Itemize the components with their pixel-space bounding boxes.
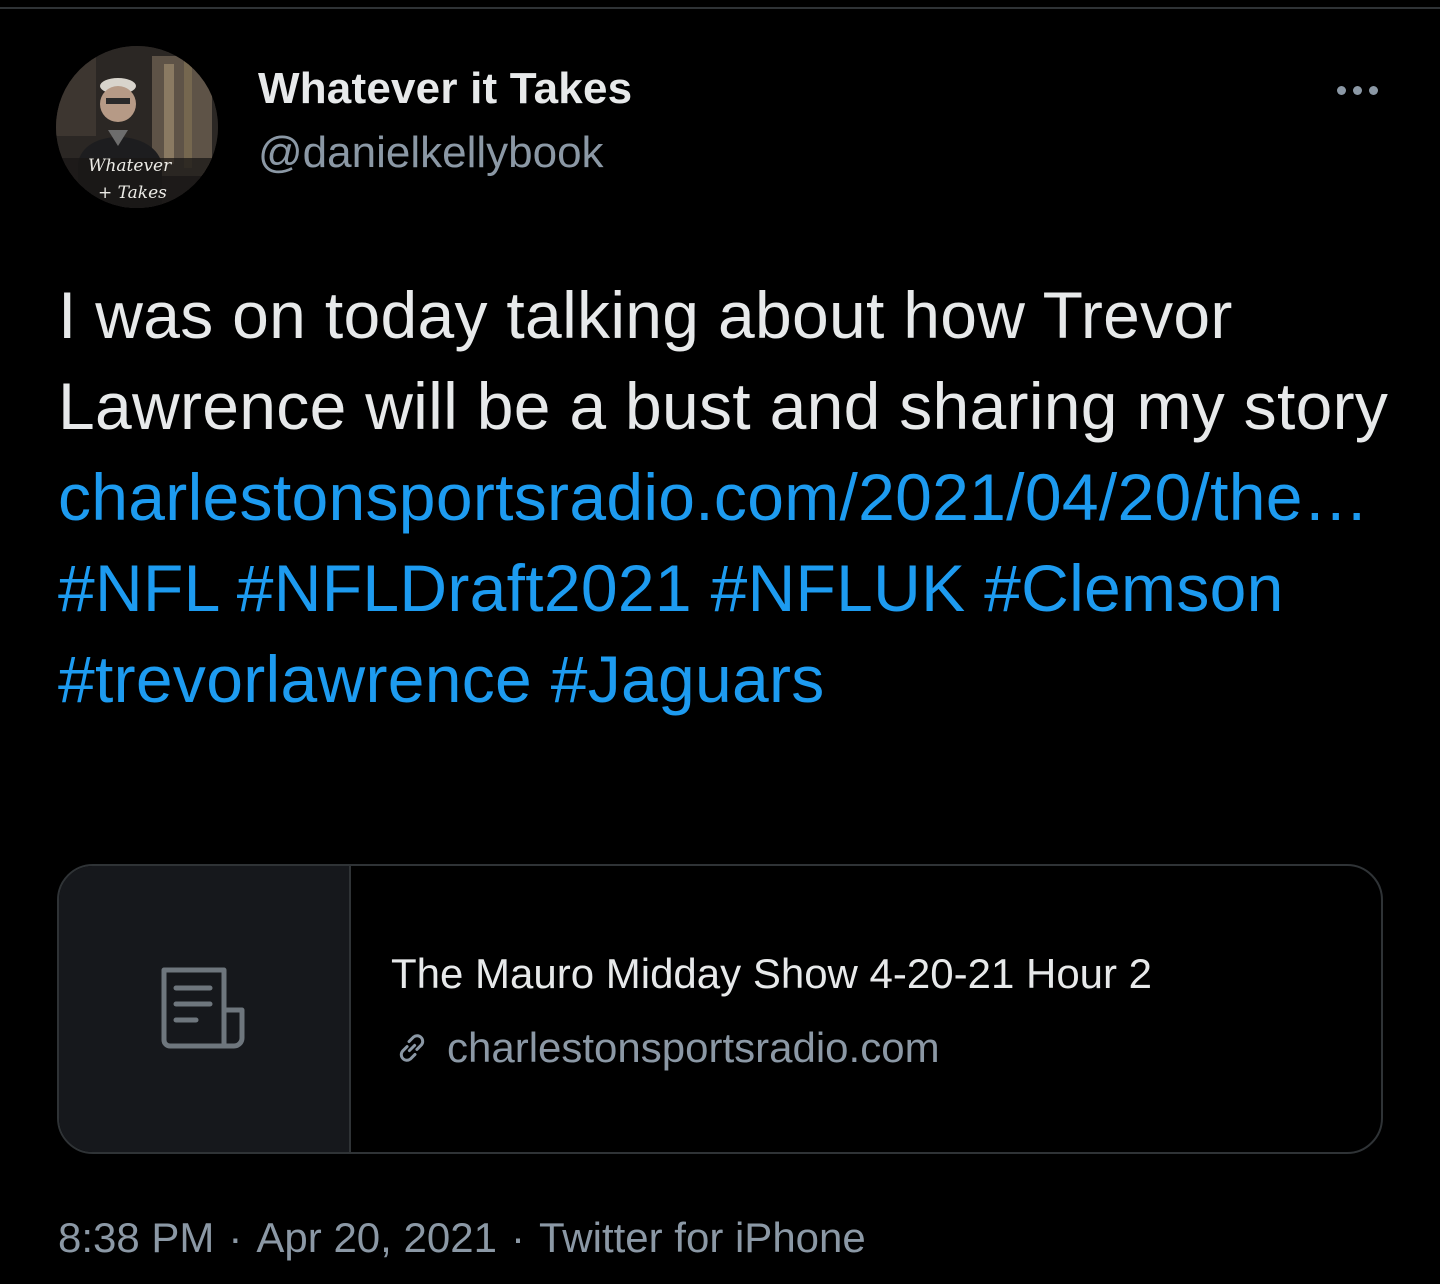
avatar-image: Whatever + Takes	[56, 46, 218, 208]
hashtag-nfl[interactable]: #NFL	[58, 551, 218, 625]
hashtag-clemson[interactable]: #Clemson	[984, 551, 1284, 625]
article-icon	[161, 967, 245, 1049]
card-domain-row: charlestonsportsradio.com	[391, 1024, 940, 1072]
hashtag-nfldraft2021[interactable]: #NFLDraft2021	[237, 551, 692, 625]
handle[interactable]: @danielkellybook	[258, 128, 604, 178]
more-options-button[interactable]	[1322, 70, 1392, 110]
tweet-text: I was on today talking about how Trevor …	[58, 270, 1398, 725]
tweet-date[interactable]: Apr 20, 2021	[256, 1214, 497, 1261]
ellipsis-icon	[1336, 85, 1346, 95]
link-card[interactable]: The Mauro Midday Show 4-20-21 Hour 2 cha…	[57, 864, 1383, 1154]
hashtag-nfluk[interactable]: #NFLUK	[711, 551, 966, 625]
tweet-text-line: sharing my story	[899, 369, 1389, 443]
avatar-caption-line1: Whatever	[88, 156, 172, 176]
ellipsis-icon-dot	[1352, 85, 1362, 95]
tweet-metadata: 8:38 PM · Apr 20, 2021 · Twitter for iPhone	[58, 1214, 866, 1262]
ellipsis-icon-dot	[1368, 85, 1378, 95]
card-domain: charlestonsportsradio.com	[447, 1024, 940, 1071]
avatar-caption-line2: + Takes	[98, 183, 167, 203]
separator: ·	[510, 1214, 525, 1261]
tweet-source[interactable]: Twitter for iPhone	[539, 1214, 866, 1261]
link-icon	[399, 1034, 425, 1062]
tweet-time[interactable]: 8:38 PM	[58, 1214, 214, 1261]
separator: ·	[228, 1214, 243, 1261]
top-divider	[0, 7, 1440, 9]
hashtag-jaguars[interactable]: #Jaguars	[551, 642, 825, 716]
card-thumbnail	[59, 866, 351, 1152]
avatar[interactable]: Whatever + Takes	[56, 46, 218, 208]
tweet-link[interactable]: charlestonsportsradio.com/2021/04/20/the…	[58, 460, 1369, 534]
hashtag-trevorlawrence[interactable]: #trevorlawrence	[58, 642, 532, 716]
tweet-text-line: I was on today talking about how	[58, 278, 1026, 352]
display-name[interactable]: Whatever it Takes	[258, 64, 632, 114]
card-title: The Mauro Midday Show 4-20-21 Hour 2	[391, 950, 1153, 997]
